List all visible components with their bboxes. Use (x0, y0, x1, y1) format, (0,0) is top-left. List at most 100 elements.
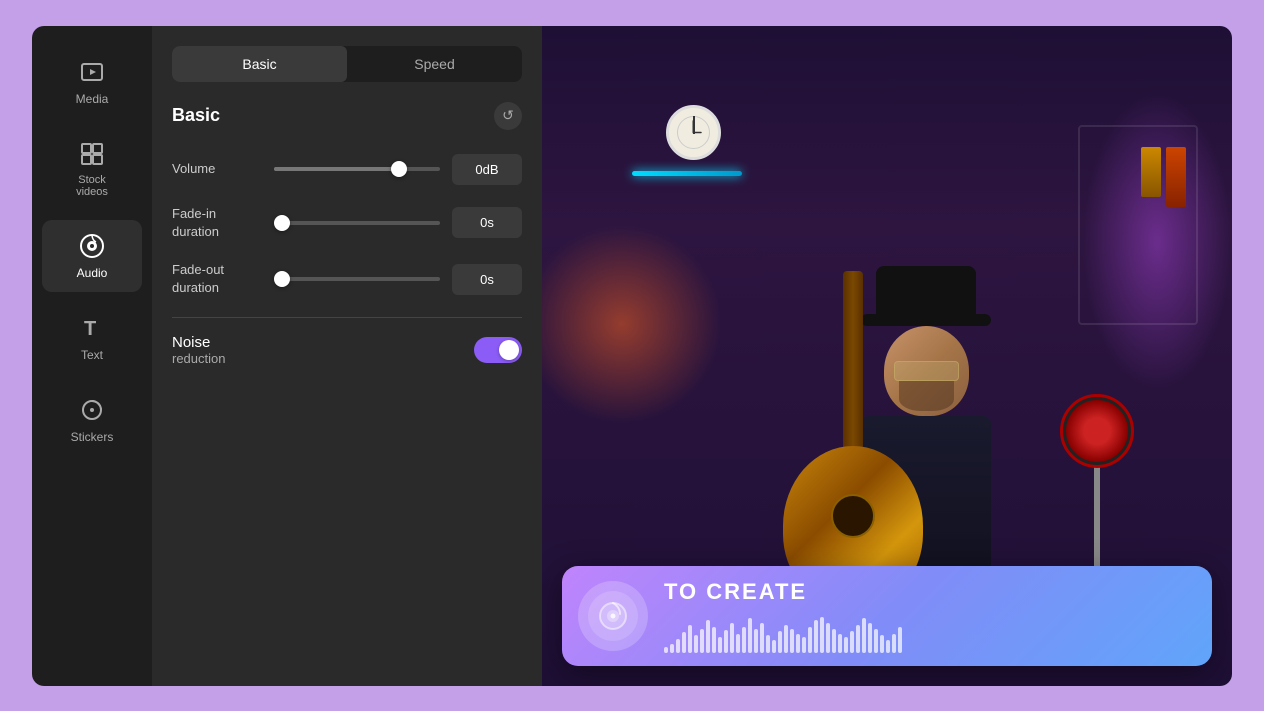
section-header: Basic ↺ (172, 102, 522, 130)
wave-bar (892, 634, 896, 653)
stock-videos-icon (78, 140, 106, 168)
wave-bar (688, 625, 692, 652)
sidebar-item-stock-videos[interactable]: Stock videos (42, 128, 142, 210)
shelf-item-1 (1166, 147, 1186, 207)
fade-in-control: Fade-in duration (172, 205, 522, 241)
wave-bar (856, 625, 860, 652)
main-video-area: TO CREATE (542, 26, 1232, 686)
fade-in-input[interactable] (452, 207, 522, 238)
wave-bar (844, 637, 848, 652)
app-container: Media Stock videos (32, 26, 1232, 686)
wave-bar (778, 631, 782, 652)
wave-bar (700, 629, 704, 653)
sidebar-item-media[interactable]: Media (42, 46, 142, 118)
tab-bar: Basic Speed (172, 46, 522, 82)
sidebar-item-audio[interactable]: Audio (42, 220, 142, 292)
microphone-area (1062, 396, 1132, 586)
fade-out-control: Fade-out duration (172, 261, 522, 297)
noise-toggle[interactable] (474, 337, 522, 363)
audio-panel: Basic Speed Basic ↺ Volume Fade-in durat… (152, 26, 542, 686)
wave-bar (814, 620, 818, 653)
guitar-area (783, 271, 923, 606)
wave-bar (826, 623, 830, 653)
tab-speed[interactable]: Speed (347, 46, 522, 82)
wave-bar (760, 623, 764, 653)
audio-card-icon-circle (578, 581, 648, 651)
volume-control: Volume (172, 154, 522, 185)
wave-bar (766, 635, 770, 652)
noise-subtitle: reduction (172, 351, 225, 366)
media-icon (78, 58, 106, 86)
sidebar: Media Stock videos (32, 26, 152, 686)
wave-bar (808, 627, 812, 653)
noise-header: Noise reduction (172, 334, 522, 366)
audio-disc-icon (597, 600, 629, 632)
wave-bar (706, 620, 710, 653)
wave-bar (748, 618, 752, 652)
wave-bar (880, 635, 884, 652)
wave-bar (718, 637, 722, 652)
fade-out-slider[interactable] (274, 277, 440, 281)
wave-bar (850, 631, 854, 652)
divider (172, 317, 522, 318)
wave-bar (682, 632, 686, 653)
text-icon: T (78, 314, 106, 342)
wave-bar (676, 639, 680, 653)
shelf-item-2 (1141, 147, 1161, 197)
noise-section: Noise reduction (172, 334, 522, 366)
volume-input[interactable] (452, 154, 522, 185)
sidebar-item-label-stock: Stock videos (76, 174, 108, 198)
audio-icon (78, 232, 106, 260)
wave-bar (790, 629, 794, 653)
sidebar-item-label-stickers: Stickers (71, 430, 114, 444)
panel-content: Basic ↺ Volume Fade-in duration (152, 82, 542, 686)
neon-led-strip (632, 171, 742, 176)
fade-out-input[interactable] (452, 264, 522, 295)
mic-head (1062, 396, 1132, 466)
wave-bar (664, 647, 668, 652)
wave-bar (694, 635, 698, 652)
wave-bar (886, 640, 890, 653)
waveform (664, 613, 1196, 653)
sidebar-item-text[interactable]: T Text (42, 302, 142, 374)
wave-bar (832, 629, 836, 653)
wave-bar (898, 627, 902, 653)
wave-bar (862, 618, 866, 652)
sidebar-item-label-media: Media (76, 92, 109, 106)
sidebar-item-stickers[interactable]: Stickers (42, 384, 142, 456)
reset-button[interactable]: ↺ (494, 102, 522, 130)
wave-bar (838, 634, 842, 653)
fade-in-label: Fade-in duration (172, 205, 262, 241)
audio-card: TO CREATE (562, 566, 1212, 666)
stickers-icon (78, 396, 106, 424)
wave-bar (868, 623, 872, 653)
section-title: Basic (172, 105, 220, 126)
wave-bar (742, 627, 746, 653)
wave-bar (736, 634, 740, 653)
wave-bar (796, 634, 800, 653)
wave-bar (754, 629, 758, 653)
wave-bar (874, 629, 878, 653)
wave-bar (724, 630, 728, 652)
wave-bar (730, 623, 734, 653)
wave-bar (802, 637, 806, 652)
tab-basic[interactable]: Basic (172, 46, 347, 82)
fade-in-slider[interactable] (274, 221, 440, 225)
wave-bar (784, 625, 788, 652)
fade-out-label: Fade-out duration (172, 261, 262, 297)
audio-card-icon-inner (588, 591, 638, 641)
volume-label: Volume (172, 160, 262, 178)
mic-ring (1060, 394, 1134, 468)
volume-slider[interactable] (274, 167, 440, 171)
wave-bar (772, 640, 776, 653)
wall-clock (666, 105, 721, 160)
noise-title-group: Noise reduction (172, 334, 225, 366)
audio-card-content: TO CREATE (664, 579, 1196, 653)
guitar-neck (843, 271, 863, 451)
bookshelf (1078, 125, 1198, 325)
wave-bar (670, 644, 674, 653)
sidebar-item-label-audio: Audio (77, 266, 108, 280)
wave-bar (820, 617, 824, 653)
wave-bar (712, 627, 716, 653)
audio-card-label: TO CREATE (664, 579, 1196, 605)
